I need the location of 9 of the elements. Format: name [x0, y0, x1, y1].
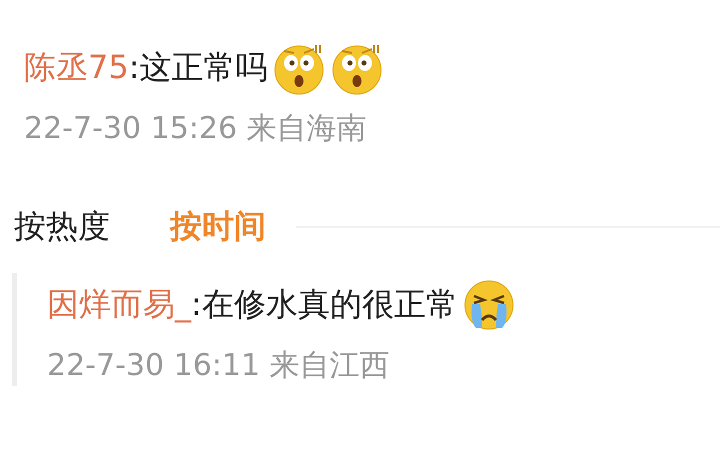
user-name[interactable]: 因烊而易_ [47, 283, 191, 327]
comment-meta: 22-7-30 16:11 来自江西 [47, 347, 391, 385]
sort-tab[interactable]: 按热度 [14, 205, 110, 249]
comment-text: :这正常吗 [128, 47, 268, 88]
comment-meta: 22-7-30 15:26 来自海南 [24, 110, 368, 148]
comment-text: :在修水真的很正常 [191, 284, 458, 325]
crying-face-icon [462, 278, 516, 332]
sort-tab[interactable]: 按时间 [170, 205, 266, 249]
user-name[interactable]: 陈丞75 [24, 46, 129, 90]
